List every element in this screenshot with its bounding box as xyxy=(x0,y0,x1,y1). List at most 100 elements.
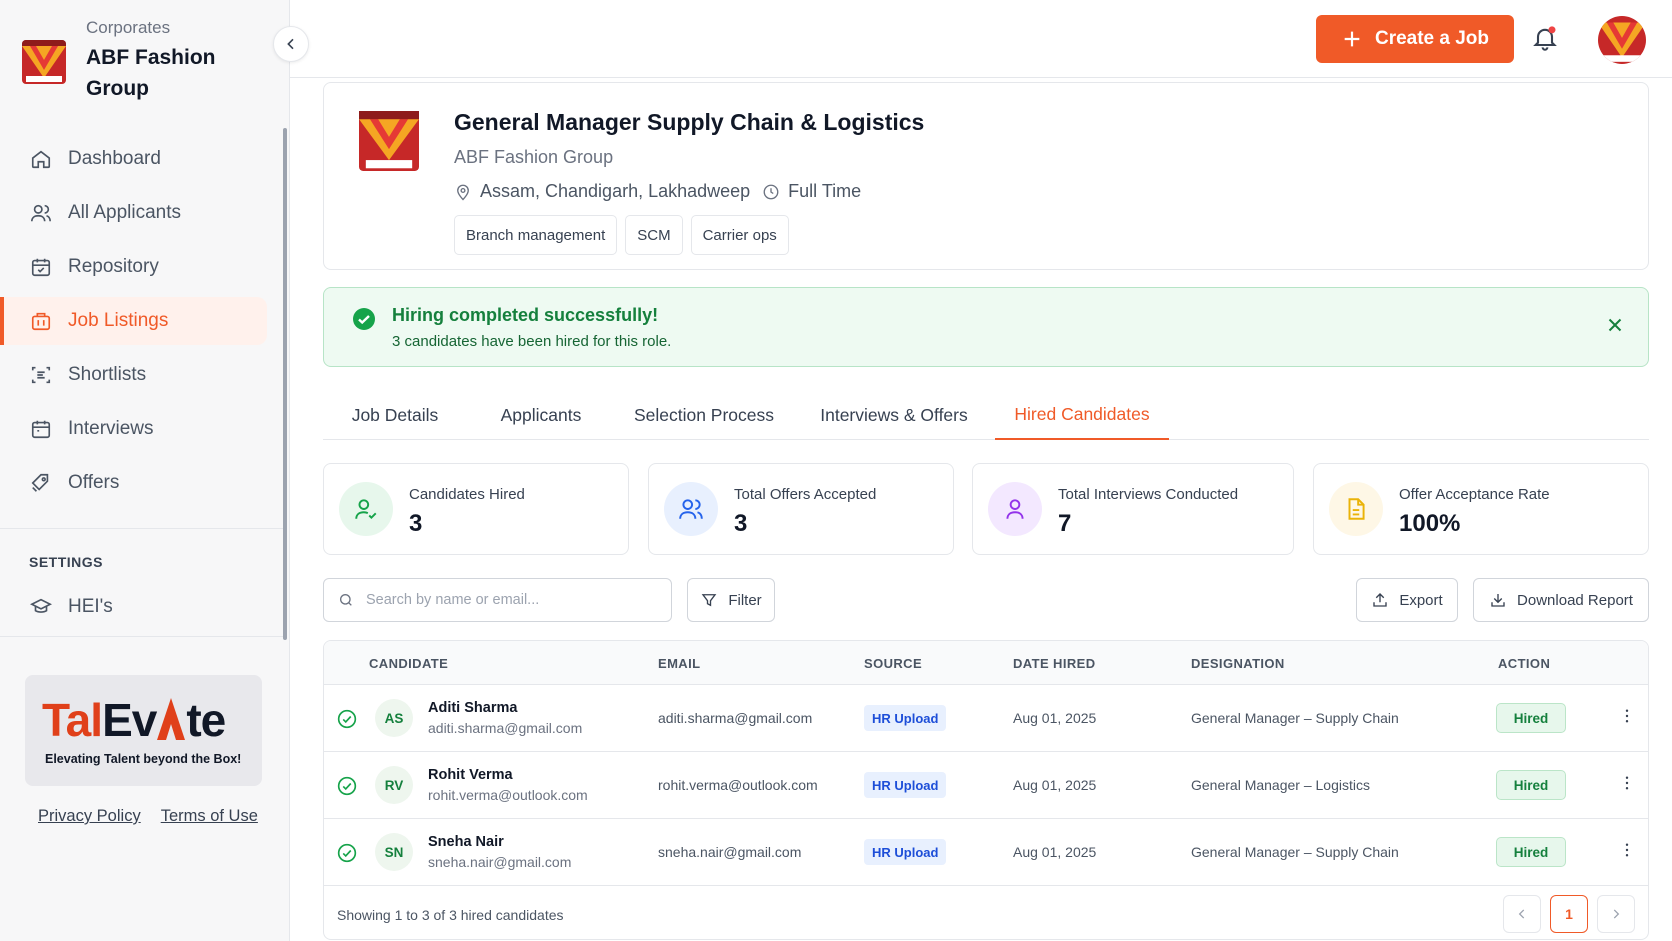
org-header: Corporates ABF Fashion Group xyxy=(22,18,226,104)
export-button[interactable]: Export xyxy=(1356,578,1458,622)
job-meta: Assam, Chandigarh, Lakhadweep Full Time xyxy=(454,181,861,202)
create-job-button[interactable]: Create a Job xyxy=(1316,15,1514,63)
filter-label: Filter xyxy=(728,591,762,609)
chevron-left-icon xyxy=(287,38,294,50)
job-summary-card: General Manager Supply Chain & Logistics… xyxy=(323,82,1649,270)
avatar: AS xyxy=(375,699,413,737)
talevate-logo: TalEv te xyxy=(42,694,226,746)
sidebar-item-label: Shortlists xyxy=(68,364,147,385)
date-hired: Aug 01, 2025 xyxy=(1013,777,1097,793)
check-circle-icon xyxy=(353,308,375,330)
org-logo xyxy=(22,40,66,84)
sidebar-item-heis[interactable]: HEI's xyxy=(30,596,113,618)
hired-candidates-table: CANDIDATE EMAIL SOURCE DATE HIRED DESIGN… xyxy=(323,640,1649,940)
banner-title: Hiring completed successfully! xyxy=(392,305,659,325)
sidebar-item-job-listings[interactable]: Job Listings xyxy=(0,297,267,345)
sidebar-item-label: Interviews xyxy=(68,418,154,439)
skill-tag: Branch management xyxy=(454,215,618,255)
map-pin-icon xyxy=(457,184,469,200)
sidebar-item-offers[interactable]: Offers xyxy=(0,459,283,507)
table-row[interactable]: AS Aditi Sharma aditi.sharma@gmail.com a… xyxy=(324,685,1648,752)
company-logo xyxy=(359,111,419,171)
briefcase-icon xyxy=(31,312,51,331)
page-button-current[interactable]: 1 xyxy=(1550,895,1588,933)
scan-list-icon xyxy=(31,366,51,384)
users-icon xyxy=(31,204,51,222)
close-icon[interactable] xyxy=(1604,314,1626,336)
sidebar-item-all-applicants[interactable]: All Applicants xyxy=(0,189,283,237)
stat-value: 100% xyxy=(1399,510,1461,537)
filter-icon xyxy=(701,594,717,607)
calendar-icon xyxy=(31,420,51,439)
job-tabs: Job Details Applicants Selection Process… xyxy=(323,390,1649,440)
job-title: General Manager Supply Chain & Logistics xyxy=(454,109,925,135)
sidebar-divider xyxy=(0,528,283,529)
designation: General Manager – Logistics xyxy=(1191,777,1370,793)
candidate-name: Sneha Nair xyxy=(428,834,504,850)
calendar-check-icon xyxy=(31,258,51,277)
sidebar-item-shortlists[interactable]: Shortlists xyxy=(0,351,283,399)
stat-label: Total Interviews Conducted xyxy=(1058,486,1239,503)
candidate-email-secondary: sneha.nair@gmail.com xyxy=(428,854,572,870)
tag-icon xyxy=(31,473,49,492)
org-name: ABF Fashion Group xyxy=(86,46,216,100)
tab-hired-candidates[interactable]: Hired Candidates xyxy=(995,390,1169,440)
sidebar-item-repository[interactable]: Repository xyxy=(0,243,283,291)
stat-value: 3 xyxy=(734,510,748,537)
download-report-button[interactable]: Download Report xyxy=(1473,578,1649,622)
user-check-icon xyxy=(339,482,393,536)
stat-label: Total Offers Accepted xyxy=(734,486,877,503)
column-header-source: SOURCE xyxy=(864,656,923,671)
clock-icon xyxy=(763,184,779,199)
tab-applicants[interactable]: Applicants xyxy=(467,390,615,440)
job-type: Full Time xyxy=(788,181,862,201)
skill-tag: Carrier ops xyxy=(690,215,789,255)
sidebar-item-interviews[interactable]: Interviews xyxy=(0,405,283,453)
stat-value: 3 xyxy=(409,510,423,537)
more-vertical-icon[interactable] xyxy=(1618,841,1636,859)
privacy-policy-link[interactable]: Privacy Policy xyxy=(38,807,141,826)
user-avatar[interactable] xyxy=(1598,16,1646,64)
column-header-action: ACTION xyxy=(1498,656,1551,671)
tab-selection-process[interactable]: Selection Process xyxy=(615,390,793,440)
footer-links: Privacy Policy Terms of Use xyxy=(38,807,258,826)
plus-icon xyxy=(1344,31,1360,47)
avatar: SN xyxy=(375,833,413,871)
sidebar-scrollbar[interactable] xyxy=(283,128,287,640)
next-page-button[interactable] xyxy=(1597,895,1635,933)
status-badge: Hired xyxy=(1496,837,1566,867)
column-header-date-hired: DATE HIRED xyxy=(1013,656,1096,671)
export-label: Export xyxy=(1399,591,1443,609)
source-badge: HR Upload xyxy=(864,772,947,798)
more-vertical-icon[interactable] xyxy=(1618,774,1636,792)
table-row[interactable]: SN Sneha Nair sneha.nair@gmail.com sneha… xyxy=(324,819,1648,886)
banner-subtitle: 3 candidates have been hired for this ro… xyxy=(392,333,672,350)
status-badge: Hired xyxy=(1496,703,1566,733)
source-badge: HR Upload xyxy=(864,839,947,865)
collapse-sidebar-button[interactable] xyxy=(273,26,309,62)
column-header-candidate: CANDIDATE xyxy=(369,656,449,671)
sidebar-item-dashboard[interactable]: Dashboard xyxy=(0,135,283,183)
pagination-summary: Showing 1 to 3 of 3 hired candidates xyxy=(337,907,564,923)
sidebar-item-label: All Applicants xyxy=(68,202,182,223)
document-icon xyxy=(1329,482,1383,536)
search-input[interactable] xyxy=(366,592,646,608)
tab-job-details[interactable]: Job Details xyxy=(323,390,467,440)
sidebar: Corporates ABF Fashion Group Dashboard A… xyxy=(0,0,290,941)
filter-button[interactable]: Filter xyxy=(687,578,775,622)
table-header: CANDIDATE EMAIL SOURCE DATE HIRED DESIGN… xyxy=(324,641,1648,685)
stat-card-offers-accepted: Total Offers Accepted 3 xyxy=(648,463,954,555)
skill-tag: SCM xyxy=(625,215,683,255)
more-vertical-icon[interactable] xyxy=(1618,707,1636,725)
tab-interviews-offers[interactable]: Interviews & Offers xyxy=(793,390,995,440)
stat-label: Candidates Hired xyxy=(409,486,525,503)
notifications-button[interactable] xyxy=(1531,24,1559,57)
table-row[interactable]: RV Rohit Verma rohit.verma@outlook.com r… xyxy=(324,752,1648,819)
chevron-right-icon xyxy=(1613,909,1620,919)
stat-card-offer-acceptance-rate: Offer Acceptance Rate 100% xyxy=(1313,463,1649,555)
terms-of-use-link[interactable]: Terms of Use xyxy=(161,807,258,826)
candidate-email: rohit.verma@outlook.com xyxy=(658,777,818,793)
candidate-email: aditi.sharma@gmail.com xyxy=(658,710,813,726)
prev-page-button[interactable] xyxy=(1503,895,1541,933)
designation: General Manager – Supply Chain xyxy=(1191,710,1399,726)
